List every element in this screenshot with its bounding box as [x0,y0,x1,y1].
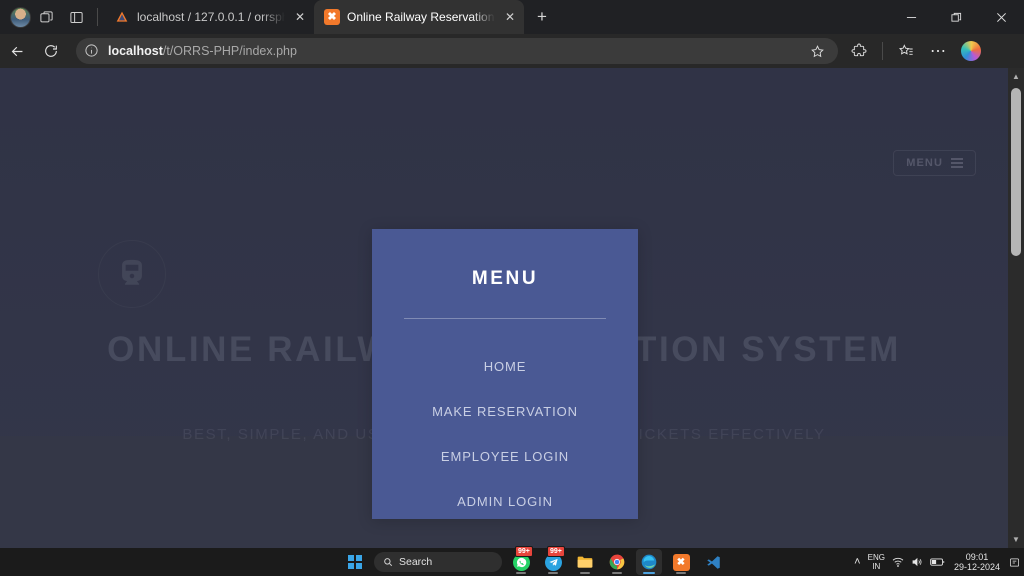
tray-overflow-icon[interactable]: ˄ [854,556,860,568]
address-bar[interactable]: localhost/t/ORRS-PHP/index.php [76,38,838,64]
tab-search-icon[interactable] [31,2,61,32]
notification-badge: 99+ [515,546,533,557]
brand-logo [98,240,166,308]
scroll-down-icon[interactable]: ▼ [1008,531,1024,548]
taskbar-center-group: Search 99+ 99+ [344,548,726,576]
page-menu-button[interactable]: MENU [893,150,976,176]
chrome-icon [609,554,626,571]
tab-close-icon[interactable]: ✕ [292,9,308,25]
language-indicator[interactable]: ENG IN [868,553,885,572]
train-icon [115,257,149,291]
page-menu-button-label: MENU [906,157,943,169]
start-button[interactable] [344,551,366,573]
site-info-icon[interactable] [84,43,100,59]
divider [404,318,606,319]
tab-title: localhost / 127.0.0.1 / orrsphp / o [137,10,285,24]
hamburger-icon [951,158,963,168]
taskbar-app-file-explorer[interactable] [572,549,598,575]
taskbar-app-xampp[interactable]: ✖ [668,549,694,575]
scrollbar-thumb[interactable] [1011,88,1021,256]
browser-window: localhost / 127.0.0.1 / orrsphp / o ✕ ✖ … [0,0,1024,548]
clock-time: 09:01 [966,552,989,562]
app-running-indicator [643,572,655,574]
edge-icon [641,554,658,571]
battery-icon[interactable] [930,556,945,568]
tab-phpmyadmin[interactable]: localhost / 127.0.0.1 / orrsphp / o ✕ [104,0,314,34]
navigation-bar: localhost/t/ORRS-PHP/index.php ⋯ [0,34,1024,68]
tab-strip: localhost / 127.0.0.1 / orrsphp / o ✕ ✖ … [0,0,1024,34]
menu-panel-title: MENU [372,268,638,290]
phpmyadmin-icon [114,9,130,25]
close-button[interactable] [979,0,1024,34]
vscode-icon [705,554,722,571]
system-tray: ˄ ENG IN 09:01 29-12-2024 [854,548,1020,576]
reload-icon[interactable] [34,36,68,66]
extensions-icon[interactable] [844,36,874,66]
scroll-up-icon[interactable]: ▲ [1008,68,1024,85]
copilot-icon[interactable] [961,41,981,61]
browser-actions: ⋯ [844,36,989,66]
collections-icon[interactable] [891,36,921,66]
windows-logo-icon [348,555,362,569]
xampp-icon: ✖ [324,9,340,25]
taskbar-app-chrome[interactable] [604,549,630,575]
web-page-viewport: MENU ONLINE RAILWAY RESERVATION SYSTEM B… [0,68,1024,548]
folder-icon [577,554,594,571]
xampp-icon: ✖ [673,554,690,571]
taskbar-app-vscode[interactable] [700,549,726,575]
profile-avatar[interactable] [10,7,31,28]
volume-icon[interactable] [911,556,923,568]
taskbar-search[interactable]: Search [374,552,502,572]
menu-item-employee-login[interactable]: EMPLOYEE LOGIN [372,449,638,464]
taskbar-search-label: Search [399,556,432,568]
notification-badge: 99+ [547,546,565,557]
window-controls [889,0,1024,34]
app-running-indicator [676,572,686,574]
url-path: /t/ORRS-PHP/index.php [163,44,297,58]
menu-item-home[interactable]: HOME [372,359,638,374]
menu-item-admin-login[interactable]: ADMIN LOGIN [372,494,638,509]
app-running-indicator [516,572,526,574]
split-screen-icon[interactable] [61,2,91,32]
url-host: localhost [108,44,163,58]
app-running-indicator [580,572,590,574]
menu-item-make-reservation[interactable]: MAKE RESERVATION [372,404,638,419]
minimize-button[interactable] [889,0,934,34]
app-running-indicator [612,572,622,574]
taskbar-app-whatsapp[interactable]: 99+ [508,549,534,575]
app-running-indicator [548,572,558,574]
divider [882,42,883,60]
wifi-icon[interactable] [892,556,904,568]
clock[interactable]: 09:01 29-12-2024 [952,552,1002,572]
clock-date: 29-12-2024 [954,562,1000,572]
taskbar-app-edge[interactable] [636,549,662,575]
windows-taskbar: Search 99+ 99+ [0,548,1024,576]
tab-title: Online Railway Reservation System [347,10,495,24]
settings-menu-icon[interactable]: ⋯ [923,36,953,66]
search-icon [383,557,393,567]
tab-close-icon[interactable]: ✕ [502,9,518,25]
menu-panel: MENU HOME MAKE RESERVATION EMPLOYEE LOGI… [372,229,638,519]
taskbar-app-telegram[interactable]: 99+ [540,549,566,575]
page-scrollbar[interactable]: ▲ ▼ [1008,68,1024,548]
language-line-1: ENG [868,553,885,562]
language-line-2: IN [872,562,880,571]
back-icon[interactable] [0,36,34,66]
favorite-icon[interactable] [804,39,830,63]
url-text: localhost/t/ORRS-PHP/index.php [108,44,297,58]
notification-icon[interactable] [1009,557,1020,568]
divider [97,8,98,26]
tab-orrs[interactable]: ✖ Online Railway Reservation System ✕ [314,0,524,34]
restore-button[interactable] [934,0,979,34]
new-tab-button[interactable]: + [528,3,556,31]
